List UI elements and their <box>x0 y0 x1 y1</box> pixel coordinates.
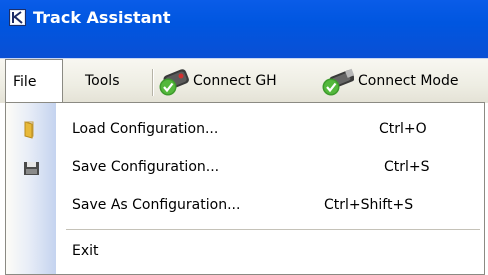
connect-gh-button[interactable]: Connect GH <box>157 59 317 104</box>
menu-tools-label: Tools <box>85 73 120 89</box>
menu-file[interactable]: File <box>5 59 63 104</box>
menu-item-label: Save As Configuration... <box>72 197 241 213</box>
toolbar-separator <box>152 69 154 96</box>
menu-item-shortcut: Ctrl+Shift+S <box>324 197 414 213</box>
menu-item-label: Exit <box>72 243 99 259</box>
menu-item-save-configuration[interactable]: Save Configuration... Ctrl+S <box>6 149 484 187</box>
menu-item-label: Save Configuration... <box>72 159 220 175</box>
window-title: Track Assistant <box>33 8 171 27</box>
menu-item-save-as-configuration[interactable]: Save As Configuration... Ctrl+Shift+S <box>6 187 484 225</box>
connect-mode-button[interactable]: Connect Mode <box>320 59 488 104</box>
menu-item-shortcut: Ctrl+S <box>384 159 430 175</box>
title-bar: Track Assistant <box>0 0 488 58</box>
device-connect-icon <box>159 69 189 96</box>
file-menu-dropdown: Load Configuration... Ctrl+O Save Config… <box>5 102 485 275</box>
folder-icon <box>24 121 34 139</box>
menu-item-exit[interactable]: Exit <box>6 233 484 271</box>
menu-bar: File Tools Connect GH Connect Mode <box>0 58 488 104</box>
menu-item-shortcut: Ctrl+O <box>379 121 427 137</box>
usb-connect-icon <box>322 68 354 96</box>
menu-item-label: Load Configuration... <box>72 121 219 137</box>
connect-gh-label: Connect GH <box>193 73 277 89</box>
menu-separator <box>66 229 480 230</box>
app-logo-icon[interactable] <box>9 9 26 26</box>
menu-tools[interactable]: Tools <box>68 59 148 104</box>
menu-file-label: File <box>13 74 37 90</box>
floppy-disk-icon <box>24 162 39 175</box>
menu-item-load-configuration[interactable]: Load Configuration... Ctrl+O <box>6 111 484 149</box>
connect-mode-label: Connect Mode <box>358 73 459 89</box>
